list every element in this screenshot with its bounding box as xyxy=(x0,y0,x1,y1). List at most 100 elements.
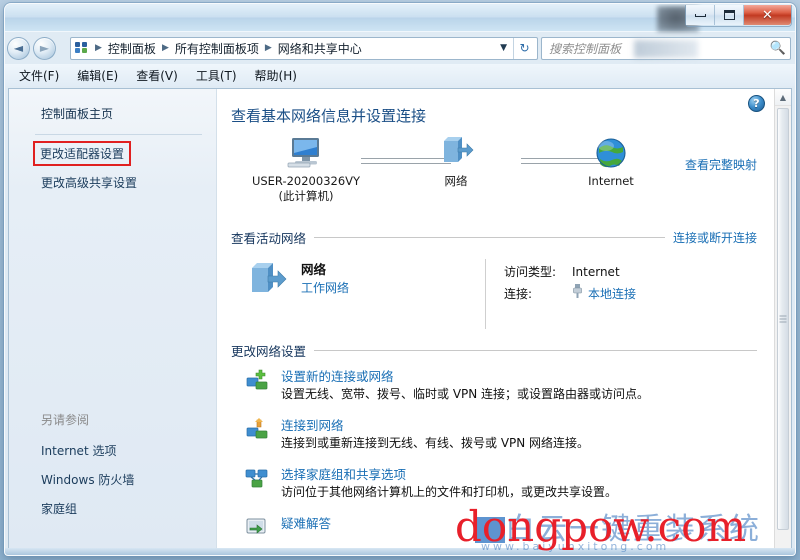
connect-network-desc: 连接到或重新连接到无线、有线、拨号或 VPN 网络连接。 xyxy=(281,436,590,450)
active-network-icon-wrap xyxy=(245,261,289,305)
active-network-divider xyxy=(485,259,486,329)
active-networks-header: 查看活动网络 连接或断开连接 xyxy=(231,228,757,247)
menu-tools[interactable]: 工具(T) xyxy=(196,67,237,84)
help-icon[interactable]: ? xyxy=(748,95,765,112)
active-network-name: 网络 xyxy=(301,262,327,277)
netmap-network-label: 网络 xyxy=(444,174,468,188)
header-rule xyxy=(314,237,665,238)
connect-disconnect-link[interactable]: 连接或断开连接 xyxy=(673,229,757,246)
active-network-type[interactable]: 工作网络 xyxy=(301,279,349,297)
back-button[interactable]: ◄ xyxy=(7,36,30,60)
view-full-map-link[interactable]: 查看完整映射 xyxy=(685,156,757,173)
homegroup-sharing-desc: 访问位于其他网络计算机上的文件和打印机，或更改共享设置。 xyxy=(281,485,618,499)
window-titlebar[interactable]: ✕ xyxy=(5,4,795,32)
troubleshoot-icon xyxy=(245,515,271,542)
access-type-label: 访问类型: xyxy=(504,265,557,279)
connection-row: 连接: 本地连接 xyxy=(504,283,636,305)
sidebar: 控制面板主页 更改适配器设置 更改高级共享设置 另请参阅 Internet 选项… xyxy=(9,89,217,549)
header-rule-2 xyxy=(314,350,757,351)
menu-edit[interactable]: 编辑(E) xyxy=(77,67,118,84)
sidebar-item-change-adapter-settings[interactable]: 更改适配器设置 xyxy=(33,141,131,166)
network-server-icon xyxy=(381,132,531,174)
see-also-section: 另请参阅 Internet 选项 Windows 防火墙 家庭组 xyxy=(9,407,216,523)
active-network-left: 网络 工作网络 xyxy=(245,257,485,331)
change-settings-list: 设置新的连接或网络 设置无线、宽带、拨号、临时或 VPN 连接；或设置路由器或访… xyxy=(231,368,757,542)
forward-button[interactable]: ► xyxy=(33,36,56,60)
sidebar-item-advanced-sharing-settings[interactable]: 更改高级共享设置 xyxy=(9,170,216,195)
list-item-connect-network[interactable]: 连接到网络 连接到或重新连接到无线、有线、拨号或 VPN 网络连接。 xyxy=(245,417,757,453)
breadcrumb[interactable]: ▶ 控制面板 ▶ 所有控制面板项 ▶ 网络和共享中心 ▼ ↻ xyxy=(70,36,538,60)
window-bottom-edge xyxy=(5,548,795,555)
sidebar-divider xyxy=(35,134,202,135)
access-type-row: 访问类型: Internet xyxy=(504,261,636,283)
window-controls: ✕ xyxy=(685,5,792,27)
new-connection-title[interactable]: 设置新的连接或网络 xyxy=(281,368,757,385)
control-panel-icon xyxy=(74,40,90,56)
netmap-node-internet[interactable]: Internet xyxy=(536,132,686,189)
troubleshoot-text: 疑难解答 xyxy=(281,515,757,542)
refresh-icon[interactable]: ↻ xyxy=(513,37,535,59)
new-connection-desc: 设置无线、宽带、拨号、临时或 VPN 连接；或设置路由器或访问点。 xyxy=(281,387,650,401)
homegroup-sharing-title[interactable]: 选择家庭组和共享选项 xyxy=(281,466,757,483)
list-item-troubleshoot[interactable]: 疑难解答 xyxy=(245,515,757,542)
homegroup-sharing-icon xyxy=(245,466,271,502)
window-body: 控制面板主页 更改适配器设置 更改高级共享设置 另请参阅 Internet 选项… xyxy=(8,88,792,549)
see-also-item-homegroup[interactable]: 家庭组 xyxy=(9,494,216,523)
see-also-item-internet-options[interactable]: Internet 选项 xyxy=(9,436,216,465)
sidebar-item-change-adapter-wrap: 更改适配器设置 xyxy=(33,141,132,166)
search-icon: 🔍 xyxy=(769,40,786,56)
close-button[interactable]: ✕ xyxy=(744,5,791,25)
active-network-details: 访问类型: Internet 连接: 本地连接 xyxy=(504,257,636,331)
computer-monitor-icon xyxy=(231,132,381,174)
connect-network-text: 连接到网络 连接到或重新连接到无线、有线、拨号或 VPN 网络连接。 xyxy=(281,417,757,453)
breadcrumb-item-0[interactable]: 控制面板 xyxy=(105,39,159,58)
network-map: USER-20200326VY (此计算机) 网络 Internet 查看完整映… xyxy=(231,132,757,218)
chevron-down-icon[interactable]: ▼ xyxy=(497,43,513,53)
vertical-scrollbar[interactable]: ▲ xyxy=(774,89,791,549)
breadcrumb-item-1[interactable]: 所有控制面板项 xyxy=(172,39,262,58)
new-connection-text: 设置新的连接或网络 设置无线、宽带、拨号、临时或 VPN 连接；或设置路由器或访… xyxy=(281,368,757,404)
list-item-homegroup-sharing[interactable]: 选择家庭组和共享选项 访问位于其他网络计算机上的文件和打印机，或更改共享设置。 xyxy=(245,466,757,502)
breadcrumb-item-2[interactable]: 网络和共享中心 xyxy=(275,39,365,58)
active-network-row: 网络 工作网络 访问类型: Internet 连接: 本地连接 xyxy=(231,257,757,331)
troubleshoot-title[interactable]: 疑难解答 xyxy=(281,515,757,532)
maximize-button[interactable] xyxy=(715,5,744,25)
scrollbar-thumb[interactable] xyxy=(777,108,789,530)
new-connection-icon xyxy=(245,368,271,404)
content-inner: 查看基本网络信息并设置连接 USER-20200326VY (此计算机) 网络 … xyxy=(217,105,791,542)
netmap-node-network[interactable]: 网络 xyxy=(381,132,531,189)
netmap-computer-name: USER-20200326VY xyxy=(251,174,361,188)
search-input[interactable]: 搜索控制面板 🔍 xyxy=(541,36,791,60)
active-network-text: 网络 工作网络 xyxy=(301,261,349,297)
netmap-internet-label: Internet xyxy=(588,174,634,188)
netmap-node-computer[interactable]: USER-20200326VY (此计算机) xyxy=(231,132,381,204)
change-settings-header: 更改网络设置 xyxy=(231,341,757,360)
connection-value-link[interactable]: 本地连接 xyxy=(588,283,636,305)
menu-view[interactable]: 查看(V) xyxy=(136,67,178,84)
page-title: 查看基本网络信息并设置连接 xyxy=(231,107,427,125)
menu-file[interactable]: 文件(F) xyxy=(19,67,59,84)
connection-plug-icon xyxy=(572,283,583,305)
change-settings-heading: 更改网络设置 xyxy=(231,344,307,359)
breadcrumb-separator-0: ▶ xyxy=(95,43,102,53)
main-content: ? 查看基本网络信息并设置连接 USER-20200326VY (此计算机) 网… xyxy=(217,89,791,549)
list-item-new-connection[interactable]: 设置新的连接或网络 设置无线、宽带、拨号、临时或 VPN 连接；或设置路由器或访… xyxy=(245,368,757,404)
breadcrumb-separator-2: ▶ xyxy=(264,43,272,53)
see-also-item-windows-firewall[interactable]: Windows 防火墙 xyxy=(9,465,216,494)
address-bar: ◄ ► ▶ 控制面板 ▶ 所有控制面板项 ▶ 网络和共享中心 ▼ ↻ 搜索控制面… xyxy=(5,32,795,64)
scroll-up-arrow[interactable]: ▲ xyxy=(775,89,791,106)
sidebar-item-control-panel-home[interactable]: 控制面板主页 xyxy=(9,101,216,130)
netmap-computer-sublabel: (此计算机) xyxy=(278,189,334,203)
access-type-value: Internet xyxy=(572,265,620,279)
active-networks-heading: 查看活动网络 xyxy=(231,231,307,246)
connection-label: 连接: xyxy=(504,287,533,301)
menu-bar: 文件(F) 编辑(E) 查看(V) 工具(T) 帮助(H) xyxy=(5,64,795,86)
see-also-title: 另请参阅 xyxy=(41,413,90,427)
network-server-icon xyxy=(252,263,287,292)
minimize-button[interactable] xyxy=(686,5,715,25)
connect-network-icon xyxy=(245,417,271,453)
scrollbar-grip xyxy=(779,315,787,323)
breadcrumb-separator-1: ▶ xyxy=(161,43,169,53)
connect-network-title[interactable]: 连接到网络 xyxy=(281,417,757,434)
menu-help[interactable]: 帮助(H) xyxy=(255,67,297,84)
